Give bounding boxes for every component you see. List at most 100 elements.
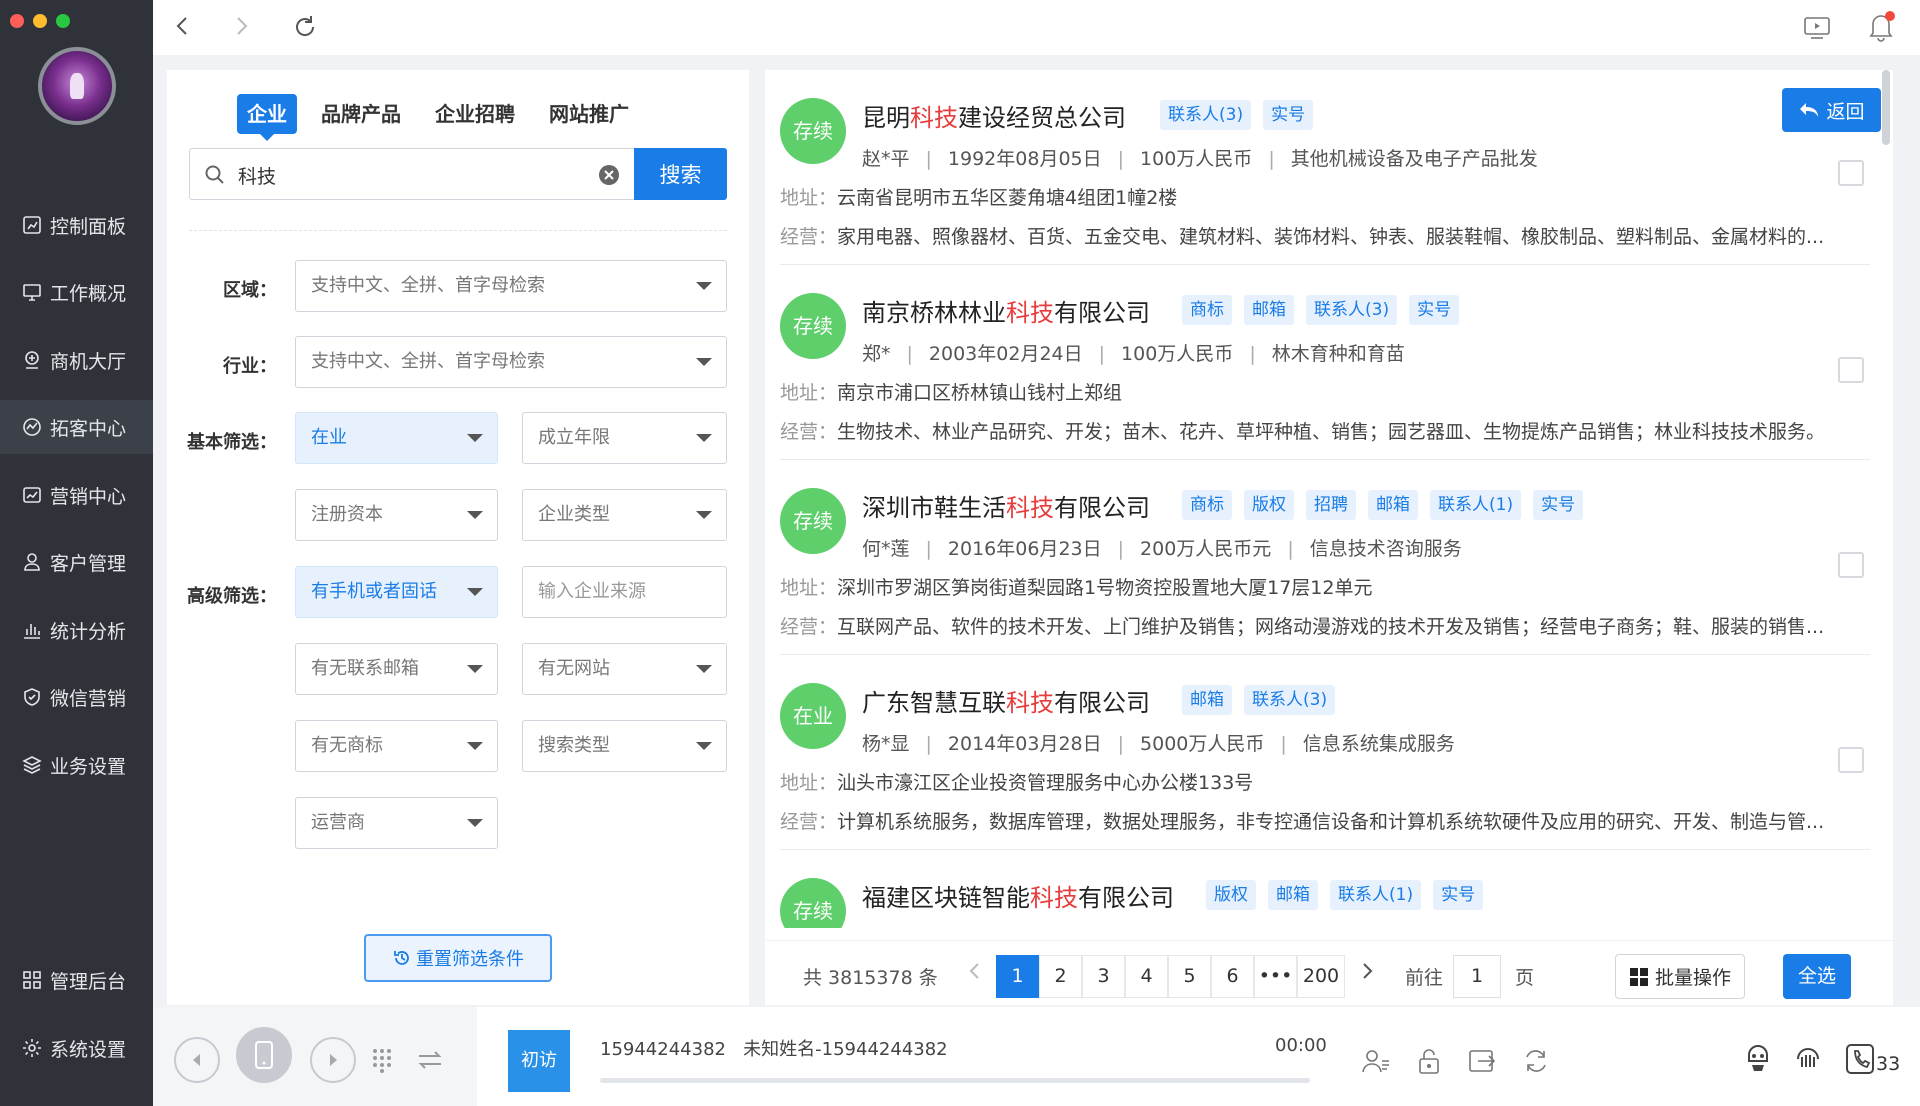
tag[interactable]: 邮箱 [1182,685,1232,715]
website-select[interactable]: 有无网站 [522,643,727,695]
list-item[interactable]: 存续 深圳市鞋生活科技有限公司 商标 版权 招聘 邮箱 联系人(1) 实号 何*… [780,460,1870,655]
tag[interactable]: 联系人(3) [1306,295,1398,325]
page-button[interactable]: 200 [1297,955,1345,998]
list-item[interactable]: 存续 昆明科技建设经贸总公司 联系人(3) 实号 赵*平 | 1992年08月05日… [780,70,1870,265]
select-checkbox[interactable] [1838,747,1864,773]
next-call-button[interactable] [310,1037,356,1083]
batch-operation-button[interactable]: 批量操作 [1615,954,1745,999]
sidebar-item-dashboard[interactable]: 控制面板 [0,198,153,252]
tab-brand-product[interactable]: 品牌产品 [311,94,411,134]
forward-arrow-icon[interactable] [228,13,254,39]
sidebar-item-marketing-center[interactable]: 营销中心 [0,468,153,522]
industry-select[interactable]: 支持中文、全拼、首字母检索 [295,336,727,388]
sidebar-item-prospect-center[interactable]: 拓客中心 [0,400,153,454]
bell-icon[interactable] [1866,10,1896,42]
tag[interactable]: 联系人(1) [1430,490,1522,520]
back-button[interactable]: 返回 [1782,88,1881,132]
company-name[interactable]: 广东智慧互联科技有限公司 [862,683,1150,718]
tag[interactable]: 商标 [1182,295,1232,325]
sidebar-item-opportunity-hall[interactable]: 商机大厅 [0,333,153,387]
headset-hand-icon[interactable] [1793,1043,1823,1075]
reset-filters-button[interactable]: 重置筛选条件 [364,934,552,982]
list-item[interactable]: 在业 广东智慧互联科技有限公司 邮箱 联系人(3) 杨*显 | 2014年03月28… [780,655,1870,850]
goto-page-input[interactable]: 1 [1453,955,1501,998]
tab-company[interactable]: 企业 [237,94,297,141]
select-checkbox[interactable] [1838,357,1864,383]
sidebar-item-wechat-marketing[interactable]: 微信营销 [0,670,153,724]
transfer-icon[interactable] [1468,1047,1498,1075]
maximize-window-button[interactable] [56,14,70,28]
tag[interactable]: 邮箱 [1244,295,1294,325]
minimize-window-button[interactable] [33,14,47,28]
phone-device-button[interactable] [236,1027,292,1083]
trademark-select[interactable]: 有无商标 [295,720,498,772]
avatar[interactable] [38,47,116,125]
page-button[interactable]: 5 [1168,955,1211,998]
screen-play-icon[interactable] [1803,16,1831,40]
capital-select[interactable]: 注册资本 [295,489,498,541]
company-name[interactable]: 福建区块链智能科技有限公司 [862,878,1174,913]
more-pages-button[interactable]: ••• [1254,955,1297,998]
tag[interactable]: 版权 [1244,490,1294,520]
tag[interactable]: 实号 [1433,880,1484,910]
phone-select[interactable]: 有手机或者固话 [295,566,498,618]
tag[interactable]: 商标 [1182,490,1232,520]
tag[interactable]: 版权 [1206,880,1256,910]
tag[interactable]: 邮箱 [1268,880,1318,910]
robot-icon[interactable] [1743,1043,1773,1075]
founded-years-select[interactable]: 成立年限 [522,412,727,464]
callback-icon[interactable] [1521,1047,1551,1075]
sidebar-item-business-settings[interactable]: 业务设置 [0,738,153,792]
page-button[interactable]: 4 [1125,955,1168,998]
status-select[interactable]: 在业 [295,412,498,464]
tag[interactable]: 实号 [1263,100,1314,130]
tag[interactable]: 招聘 [1306,490,1356,520]
first-visit-button[interactable]: 初访 [508,1030,570,1092]
previous-call-button[interactable] [174,1037,220,1083]
page-button[interactable]: 6 [1211,955,1254,998]
unlock-icon[interactable] [1417,1047,1441,1075]
next-page-button[interactable] [1345,955,1388,998]
prev-page-button[interactable] [953,955,996,998]
tag[interactable]: 联系人(3) [1160,100,1252,130]
clear-icon[interactable] [598,164,620,186]
search-type-select[interactable]: 搜索类型 [522,720,727,772]
region-select[interactable]: 支持中文、全拼、首字母检索 [295,260,727,312]
select-checkbox[interactable] [1838,160,1864,186]
tag[interactable]: 联系人(1) [1330,880,1422,910]
page-button[interactable]: 3 [1082,955,1125,998]
refresh-icon[interactable] [291,13,319,41]
search-button[interactable]: 搜索 [634,148,727,200]
list-item[interactable]: 存续 南京桥林林业科技有限公司 商标 邮箱 联系人(3) 实号 郑* | 2003年… [780,265,1870,460]
company-type-select[interactable]: 企业类型 [522,489,727,541]
sidebar-item-work-overview[interactable]: 工作概况 [0,265,153,319]
select-checkbox[interactable] [1838,552,1864,578]
switch-icon[interactable] [415,1047,445,1073]
tag[interactable]: 联系人(3) [1244,685,1336,715]
select-all-button[interactable]: 全选 [1783,954,1851,999]
sidebar-item-customer-management[interactable]: 客户管理 [0,535,153,589]
tab-recruitment[interactable]: 企业招聘 [425,94,525,134]
tag[interactable]: 邮箱 [1368,490,1418,520]
tab-website-promotion[interactable]: 网站推广 [539,94,639,134]
sidebar-item-statistics[interactable]: 统计分析 [0,603,153,657]
carrier-select[interactable]: 运营商 [295,797,498,849]
dialpad-icon[interactable] [371,1047,393,1073]
page-button[interactable]: 1 [996,955,1039,998]
tag[interactable]: 实号 [1533,490,1584,520]
source-input[interactable]: 输入企业来源 [522,566,727,618]
email-select[interactable]: 有无联系邮箱 [295,643,498,695]
search-input[interactable] [238,162,598,188]
company-name[interactable]: 昆明科技建设经贸总公司 [862,98,1126,133]
sidebar-item-system-settings[interactable]: 系统设置 [0,1021,153,1075]
sidebar-item-admin-backend[interactable]: 管理后台 [0,953,153,1007]
back-arrow-icon[interactable] [170,13,196,39]
contact-card-icon[interactable] [1361,1047,1391,1075]
list-item[interactable]: 存续 福建区块链智能科技有限公司 版权 邮箱 联系人(1) 实号 [780,850,1870,928]
phone-icon[interactable] [1845,1043,1875,1075]
company-name[interactable]: 深圳市鞋生活科技有限公司 [862,488,1150,523]
page-button[interactable]: 2 [1039,955,1082,998]
tag[interactable]: 实号 [1409,295,1460,325]
company-name[interactable]: 南京桥林林业科技有限公司 [862,293,1150,328]
close-window-button[interactable] [10,14,24,28]
